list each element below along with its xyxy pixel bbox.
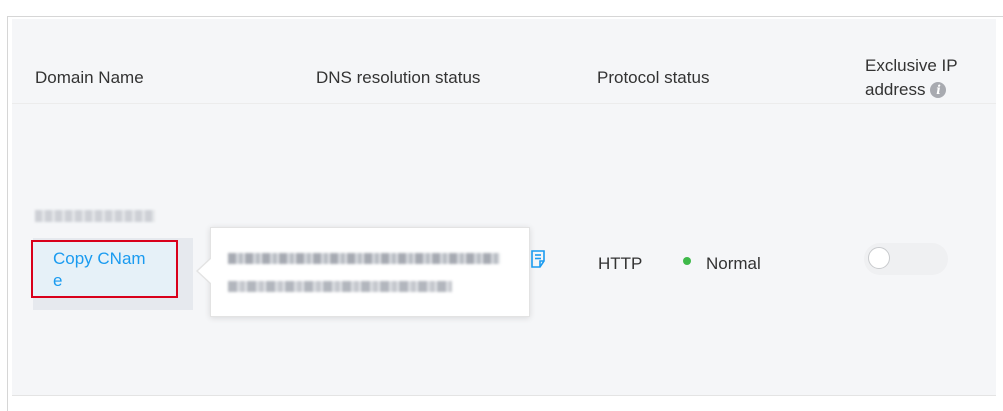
column-header-domain-name: Domain Name xyxy=(35,68,144,87)
column-header-protocol-status: Protocol status xyxy=(597,68,710,87)
document-icon[interactable] xyxy=(530,250,546,268)
copy-cname-label-line2: e xyxy=(53,271,63,290)
cname-value-redacted-line2 xyxy=(228,281,452,292)
toggle-knob[interactable] xyxy=(868,247,890,269)
column-header-dns-resolution-status: DNS resolution status xyxy=(316,68,481,87)
column-header-exclusive-ip-line2-wrap: address i xyxy=(865,78,995,102)
table-header-row xyxy=(12,19,996,103)
info-icon[interactable]: i xyxy=(930,82,947,98)
column-header-exclusive-ip-line1: Exclusive IP xyxy=(865,56,958,75)
status-dot-icon xyxy=(683,257,691,265)
column-header-exclusive-ip-address: Exclusive IP address i xyxy=(865,54,995,102)
domain-name-value-redacted xyxy=(35,210,155,222)
column-header-exclusive-ip-line2: address xyxy=(865,80,926,99)
page-frame: Domain Name DNS resolution status Protoc… xyxy=(0,0,1003,411)
popover-arrow-inner xyxy=(198,258,212,284)
cname-value-redacted-line1 xyxy=(228,253,500,264)
protocol-status-value: Normal xyxy=(706,254,761,273)
copy-cname-button[interactable]: Copy CNam e xyxy=(31,240,178,298)
row-divider xyxy=(12,395,996,396)
copy-cname-label-line1: Copy CNam xyxy=(53,249,146,268)
protocol-value: HTTP xyxy=(598,254,643,273)
cname-popover xyxy=(210,227,530,317)
